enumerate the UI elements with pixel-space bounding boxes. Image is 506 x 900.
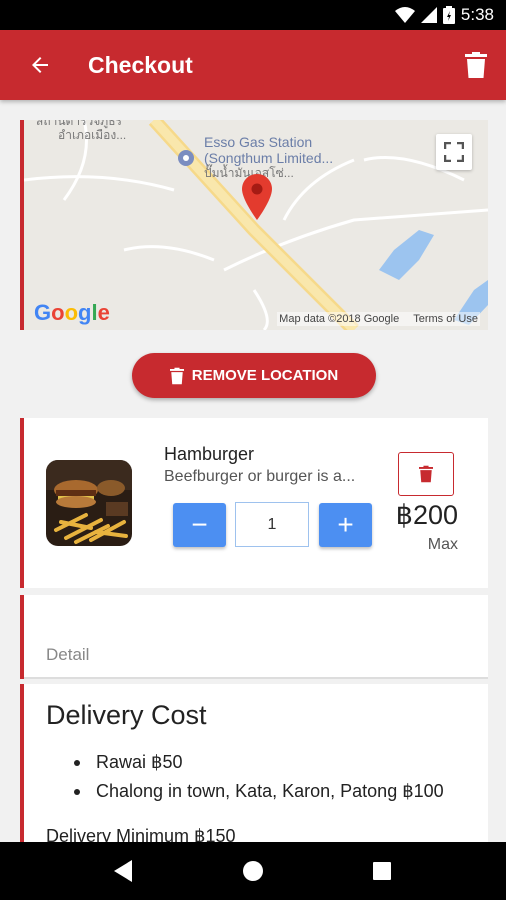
trash-icon [169, 367, 184, 384]
max-label: Max [427, 536, 458, 553]
cart-item: Hamburger Beefburger or burger is a... −… [20, 418, 488, 588]
product-name: Hamburger [164, 444, 255, 464]
battery-icon [442, 6, 455, 24]
product-image [46, 460, 132, 546]
system-nav-bar [0, 842, 506, 900]
signal-icon [420, 7, 437, 23]
arrow-back-icon [32, 57, 48, 73]
delete-all-button[interactable] [446, 30, 506, 100]
terms-link[interactable]: Terms of Use [413, 313, 478, 325]
nav-home-icon [242, 861, 263, 881]
delivery-item: Chalong in town, Kata, Karon, Patong ฿10… [72, 781, 444, 802]
fullscreen-button[interactable] [436, 134, 472, 170]
map-view[interactable]: สถานีตำรวจภูธร อำเภอเมือง... Esso Gas St… [20, 120, 488, 330]
detail-underline [24, 677, 488, 679]
remove-location-label: REMOVE LOCATION [191, 367, 339, 384]
fullscreen-icon [444, 142, 464, 162]
map-attribution: Map data ©2018 Google Terms of Use [277, 312, 480, 326]
nav-home-button[interactable] [233, 851, 273, 891]
map-place-label-2: อำเภอเมือง... [58, 128, 127, 142]
google-logo: Google [34, 300, 110, 325]
nav-back-button[interactable] [104, 851, 144, 891]
app-bar: Checkout [0, 30, 506, 100]
detail-placeholder: Detail [46, 645, 90, 664]
remove-location-button[interactable]: REMOVE LOCATION [132, 353, 376, 398]
detail-field[interactable]: Detail [20, 595, 488, 679]
status-bar: 5:38 [0, 0, 506, 30]
delivery-minimum: Delivery Minimum ฿150 [46, 826, 236, 842]
delivery-item: Rawai ฿50 [72, 752, 444, 773]
quantity-input[interactable]: 1 [235, 502, 309, 547]
nav-recents-icon [372, 862, 391, 880]
page-title: Checkout [88, 51, 193, 78]
remove-item-button[interactable] [398, 452, 454, 496]
checkout-content[interactable]: สถานีตำรวจภูธร อำเภอเมือง... Esso Gas St… [0, 100, 506, 842]
back-button[interactable] [0, 30, 80, 100]
map-marker-icon[interactable] [242, 174, 272, 220]
status-time: 5:38 [460, 5, 494, 24]
decrease-quantity-button[interactable]: − [173, 503, 226, 547]
map-data-label: Map data ©2018 Google [279, 313, 400, 325]
nav-back-icon [114, 860, 133, 882]
trash-icon [465, 52, 487, 78]
delivery-list: Rawai ฿50 Chalong in town, Kata, Karon, … [72, 752, 444, 810]
product-description: Beefburger or burger is a... [164, 468, 356, 485]
map-place-label: สถานีตำรวจภูธร [36, 120, 122, 128]
delivery-title: Delivery Cost [46, 700, 207, 730]
increase-quantity-button[interactable]: + [319, 503, 372, 547]
product-price: ฿200 [395, 500, 458, 530]
delivery-cost-card: Delivery Cost Rawai ฿50 Chalong in town,… [20, 684, 488, 842]
wifi-icon [394, 7, 415, 23]
trash-icon [419, 465, 433, 483]
poi-label[interactable]: Esso Gas Station (Songthum Limited... [204, 134, 333, 166]
nav-recents-button[interactable] [362, 851, 402, 891]
